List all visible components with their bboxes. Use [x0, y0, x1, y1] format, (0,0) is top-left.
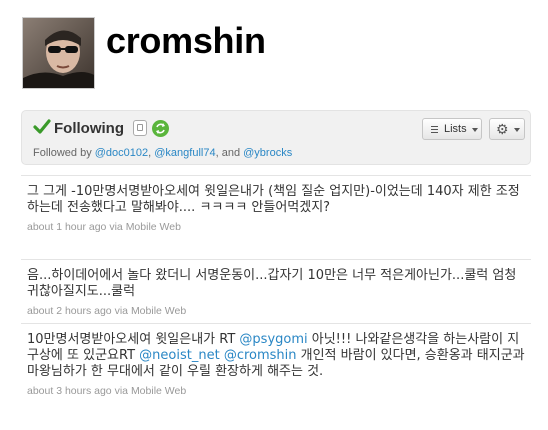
chevron-down-icon: [472, 128, 478, 132]
tweet-meta: about 1 hour ago via Mobile Web: [27, 221, 525, 233]
tweet-meta: about 2 hours ago via Mobile Web: [27, 305, 525, 317]
lists-label: Lists: [444, 123, 467, 135]
mention-link[interactable]: @psygomi: [239, 332, 307, 347]
follower-link[interactable]: @doc0102: [95, 147, 148, 159]
follow-status-panel: Following Lists ⚙ Followed by @doc0102, …: [21, 110, 531, 165]
tweet-timestamp[interactable]: about 2 hours ago: [27, 305, 112, 317]
list-icon: [431, 126, 438, 133]
mention-link[interactable]: @cromshin: [224, 348, 297, 363]
avatar[interactable]: [22, 17, 95, 89]
tweet-meta: about 3 hours ago via Mobile Web: [27, 385, 525, 397]
profile-username: cromshin: [106, 20, 266, 61]
lists-button[interactable]: Lists: [422, 118, 482, 140]
tweet-text: 10만명서명받아오세여 윗일은내가 RT @psygomi 아닛!!! 나와같은…: [27, 332, 525, 380]
via-text: via: [114, 305, 129, 317]
via-text: via: [114, 385, 129, 397]
tweet-item: 10만명서명받아오세여 윗일은내가 RT @psygomi 아닛!!! 나와같은…: [21, 323, 531, 423]
follower-link[interactable]: @kangfull74: [154, 147, 215, 159]
tweet-timestamp[interactable]: about 1 hour ago: [27, 221, 106, 233]
tweet-source[interactable]: Mobile Web: [126, 221, 181, 233]
retweet-icon[interactable]: [152, 120, 169, 137]
gear-icon: ⚙: [496, 121, 509, 137]
check-icon: [33, 119, 51, 134]
followed-by-prefix: Followed by: [33, 147, 92, 159]
tweet-text: 그 그게 -10만명서명받아오세여 윗일은내가 (책임 질순 업지만)-이었는데…: [27, 184, 520, 215]
tweet-timestamp[interactable]: about 3 hours ago: [27, 385, 112, 397]
actions-menu-button[interactable]: ⚙: [489, 118, 525, 140]
profile-photo: [23, 18, 94, 88]
and-text: and: [221, 147, 241, 159]
followed-by: Followed by @doc0102, @kangfull74, and @…: [33, 147, 293, 159]
tweet-text: 음...하이데어에서 놀다 왔더니 서명운동이...갑자기 10만은 너무 적은…: [27, 268, 517, 299]
following-status: Following: [54, 120, 124, 137]
via-text: via: [109, 221, 123, 233]
mention-link[interactable]: @neoist_net: [139, 348, 220, 363]
tweet-text-part: 10만명서명받아오세여 윗일은내가 RT: [27, 332, 240, 347]
tweet-source[interactable]: Mobile Web: [131, 385, 186, 397]
follower-link[interactable]: @ybrocks: [243, 147, 292, 159]
sms-icon[interactable]: [133, 120, 147, 136]
tweet-source[interactable]: Mobile Web: [131, 305, 186, 317]
tweet-item: 음...하이데어에서 놀다 왔더니 서명운동이...갑자기 10만은 너무 적은…: [21, 259, 531, 323]
chevron-down-icon: [514, 128, 520, 132]
tweet-item: 그 그게 -10만명서명받아오세여 윗일은내가 (책임 질순 업지만)-이었는데…: [21, 175, 531, 255]
